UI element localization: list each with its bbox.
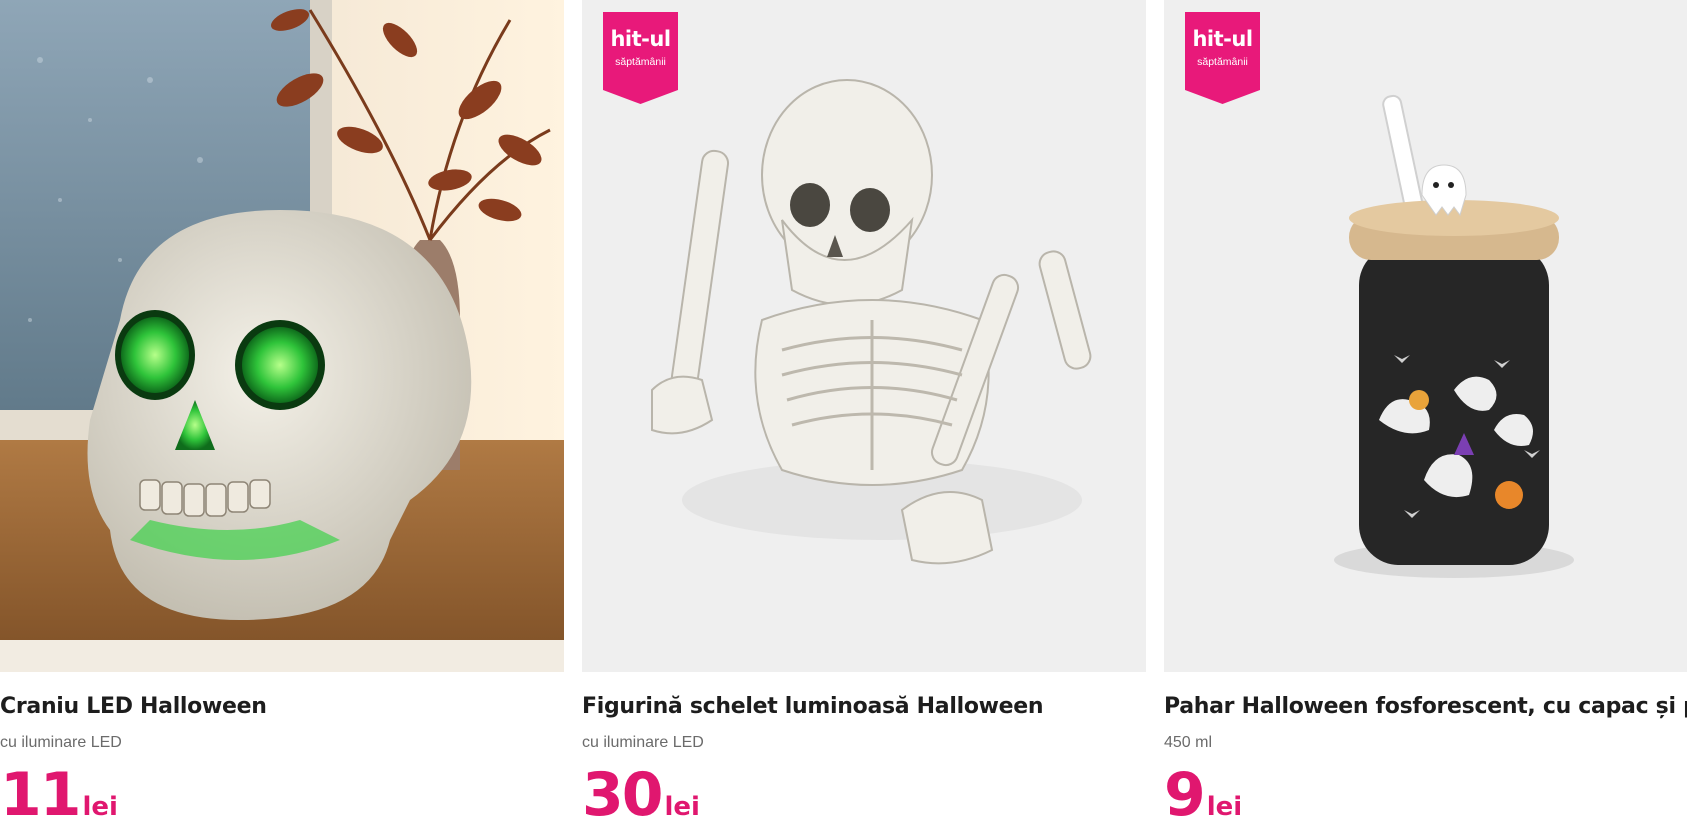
price-amount: 30	[582, 760, 663, 830]
product-price: 30 lei	[582, 762, 700, 828]
price-currency: lei	[1206, 792, 1243, 822]
product-card[interactable]: Craniu LED Halloween cu iluminare LED 11…	[0, 0, 564, 828]
badge-line2: săptămânii	[615, 56, 666, 68]
product-subtitle: 450 ml	[1164, 734, 1213, 751]
product-title[interactable]: Craniu LED Halloween	[0, 694, 267, 719]
product-image-skeleton[interactable]: hit-ul săptămânii	[582, 0, 1146, 672]
badge-line1: hit-ul	[1192, 27, 1253, 51]
product-card[interactable]: hit-ul săptămânii Pahar Halloween fosfor…	[1164, 0, 1687, 828]
badge-line1: hit-ul	[610, 27, 671, 51]
product-card[interactable]: hit-ul săptămânii Figurină schelet lumin…	[582, 0, 1146, 828]
price-currency: lei	[664, 792, 700, 822]
product-subtitle: cu iluminare LED	[0, 734, 122, 751]
product-grid: Craniu LED Halloween cu iluminare LED 11…	[0, 0, 1687, 828]
product-subtitle: cu iluminare LED	[582, 734, 704, 751]
product-image-skull[interactable]	[0, 0, 564, 672]
product-image-ghost-cup[interactable]: hit-ul săptămânii	[1164, 0, 1687, 672]
price-currency: lei	[82, 792, 118, 822]
product-title[interactable]: Pahar Halloween fosforescent, cu capac ș…	[1164, 694, 1687, 719]
product-price: 9 lei	[1164, 762, 1242, 828]
product-price: 11 lei	[0, 762, 118, 828]
product-title[interactable]: Figurină schelet luminoasă Halloween	[582, 694, 1044, 719]
badge-line2: săptămânii	[1197, 56, 1248, 68]
price-amount: 11	[0, 760, 81, 830]
hit-badge: hit-ul săptămânii	[1185, 12, 1260, 104]
hit-badge: hit-ul săptămânii	[603, 12, 678, 104]
price-amount: 9	[1164, 760, 1206, 828]
